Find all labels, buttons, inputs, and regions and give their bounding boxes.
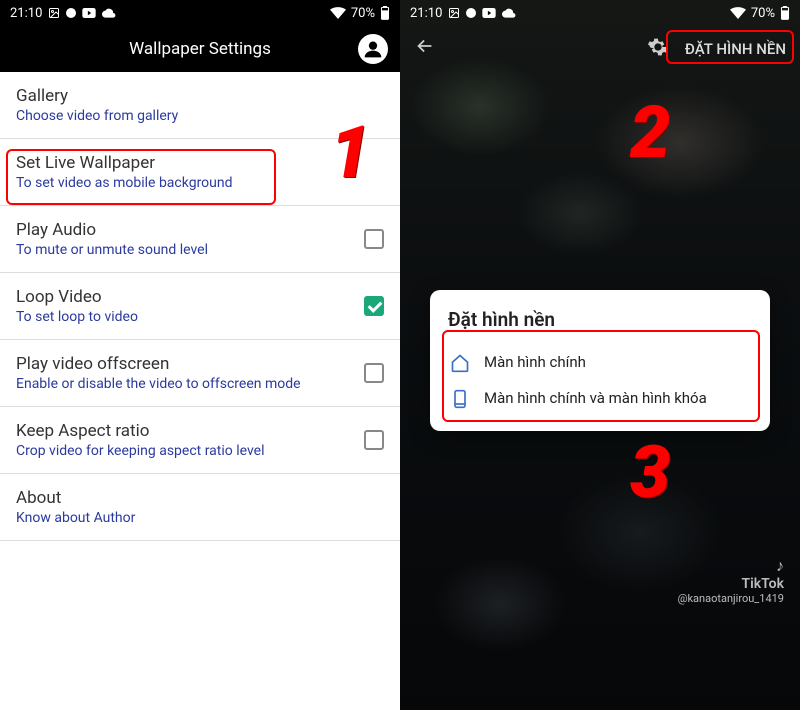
set-wallpaper-dialog: Đặt hình nền Màn hình chính Màn hình chí… xyxy=(430,290,770,431)
tiktok-watermark: ♪ TikTok @kanaotanjirou_1419 xyxy=(678,556,784,605)
status-time: 21:10 xyxy=(410,6,442,21)
setting-keep-aspect[interactable]: Keep Aspect ratio Crop video for keeping… xyxy=(0,407,400,474)
settings-button[interactable] xyxy=(647,36,669,62)
arrow-left-icon xyxy=(414,35,436,57)
back-button[interactable] xyxy=(414,35,436,63)
setting-gallery[interactable]: Gallery Choose video from gallery xyxy=(0,72,400,139)
person-icon xyxy=(363,39,383,59)
battery-icon xyxy=(780,6,790,20)
cloud-icon xyxy=(102,8,116,18)
tiktok-username: @kanaotanjirou_1419 xyxy=(678,592,784,605)
youtube-icon xyxy=(82,8,96,18)
setting-title: Play video offscreen xyxy=(16,354,364,374)
setting-play-offscreen[interactable]: Play video offscreen Enable or disable t… xyxy=(0,340,400,407)
home-icon xyxy=(450,353,470,373)
dialog-title: Đặt hình nền xyxy=(448,308,752,331)
setting-subtitle: To set video as mobile background xyxy=(16,175,384,191)
setting-subtitle: Choose video from gallery xyxy=(16,108,384,124)
status-time: 21:10 xyxy=(10,6,42,21)
status-battery: 70% xyxy=(351,6,375,21)
tiktok-icon: ♪ xyxy=(678,556,784,576)
gear-icon xyxy=(647,36,669,58)
checkbox-loop-video[interactable] xyxy=(364,296,384,316)
cloud-icon xyxy=(502,8,516,18)
avatar-button[interactable] xyxy=(358,34,388,64)
image-icon xyxy=(48,7,60,19)
statusbar-right: 21:10 70% xyxy=(400,0,800,26)
setting-subtitle: Know about Author xyxy=(16,510,384,526)
setting-title: Set Live Wallpaper xyxy=(16,153,384,173)
dialog-option-home-lock[interactable]: Màn hình chính và màn hình khóa xyxy=(448,381,752,417)
setting-play-audio[interactable]: Play Audio To mute or unmute sound level xyxy=(0,206,400,273)
setting-title: Gallery xyxy=(16,86,384,106)
setting-title: About xyxy=(16,488,384,508)
settings-list: Gallery Choose video from gallery Set Li… xyxy=(0,72,400,541)
appbar-right: ĐẶT HÌNH NỀN xyxy=(400,26,800,72)
status-dot-icon xyxy=(466,8,476,18)
page-title: Wallpaper Settings xyxy=(42,39,358,59)
setting-subtitle: Enable or disable the video to offscreen… xyxy=(16,376,364,392)
statusbar-left: 21:10 70% xyxy=(0,0,400,26)
checkbox-offscreen[interactable] xyxy=(364,363,384,383)
set-wallpaper-button[interactable]: ĐẶT HÌNH NỀN xyxy=(685,40,786,58)
checkbox-play-audio[interactable] xyxy=(364,229,384,249)
status-dot-icon xyxy=(66,8,76,18)
setting-loop-video[interactable]: Loop Video To set loop to video xyxy=(0,273,400,340)
dialog-option-home[interactable]: Màn hình chính xyxy=(448,345,752,381)
battery-icon xyxy=(380,6,390,20)
dialog-option-label: Màn hình chính xyxy=(484,353,586,373)
setting-subtitle: Crop video for keeping aspect ratio leve… xyxy=(16,443,364,459)
appbar-left: Wallpaper Settings xyxy=(0,26,400,72)
youtube-icon xyxy=(482,8,496,18)
setting-subtitle: To mute or unmute sound level xyxy=(16,242,364,258)
status-battery: 70% xyxy=(751,6,775,21)
setting-title: Play Audio xyxy=(16,220,364,240)
checkbox-aspect[interactable] xyxy=(364,430,384,450)
phone-icon xyxy=(450,389,470,409)
wifi-icon xyxy=(730,7,746,19)
setting-subtitle: To set loop to video xyxy=(16,309,364,325)
setting-about[interactable]: About Know about Author xyxy=(0,474,400,541)
dialog-option-label: Màn hình chính và màn hình khóa xyxy=(484,389,707,409)
setting-title: Keep Aspect ratio xyxy=(16,421,364,441)
setting-set-live-wallpaper[interactable]: Set Live Wallpaper To set video as mobil… xyxy=(0,139,400,206)
tiktok-brand: TikTok xyxy=(678,576,784,592)
wifi-icon xyxy=(330,7,346,19)
setting-title: Loop Video xyxy=(16,287,364,307)
image-icon xyxy=(448,7,460,19)
